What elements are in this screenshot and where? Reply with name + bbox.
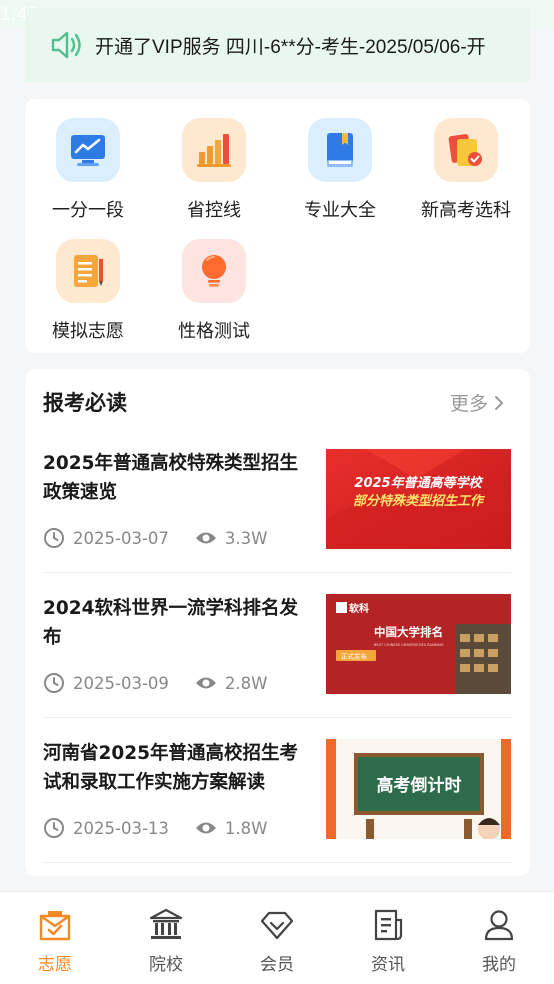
menu-item-personality-test[interactable]: 性格测试 xyxy=(151,239,277,343)
speaker-icon xyxy=(51,31,81,59)
article-meta: 2025-03-13 1.8W xyxy=(43,817,267,839)
lightbulb-icon xyxy=(182,239,246,303)
clock-icon xyxy=(44,818,64,838)
thumb-line1: 2025年普通高等学校 xyxy=(354,475,483,491)
book-icon xyxy=(308,118,372,182)
more-label: 更多 xyxy=(449,393,488,415)
document-list-icon xyxy=(374,909,403,941)
eye-icon xyxy=(195,822,216,834)
article-date: 2025-03-07 xyxy=(73,528,169,548)
menu-item-label: 省控线 xyxy=(187,200,241,221)
bar-chart-icon xyxy=(182,118,246,182)
article-date: 2025-03-13 xyxy=(73,818,169,838)
tab-volunteer[interactable]: 志愿 xyxy=(0,892,110,984)
menu-item-mock-application[interactable]: 模拟志愿 xyxy=(25,239,151,343)
quick-menu-card: 一分一段 省控线 专业大全 新高考选科 模拟志愿 性格测试 xyxy=(25,99,530,353)
document-pencil-icon xyxy=(56,239,120,303)
more-link[interactable]: 更多 xyxy=(450,389,504,416)
notice-text: 开通了VIP服务 四川-6**分-考生-2025/05/06-开 xyxy=(95,36,486,58)
article-title: 2025年普通高校特殊类型招生政策速览 xyxy=(43,453,298,503)
thumb-sub: BEST CHINESE UNIVERSITIES RANKING xyxy=(374,643,444,647)
article-views: 1.8W xyxy=(224,818,268,838)
eye-icon xyxy=(195,532,216,544)
notice-banner[interactable]: 开通了VIP服务 四川-6**分-考生-2025/05/06-开 xyxy=(25,8,529,82)
clock-icon xyxy=(44,528,64,548)
section-title: 报考必读 xyxy=(43,391,127,415)
menu-item-label: 性格测试 xyxy=(178,321,250,342)
user-icon xyxy=(484,910,514,941)
divider xyxy=(43,572,511,573)
article-title: 2024软科世界一流学科排名发布 xyxy=(43,598,298,648)
monitor-chart-icon xyxy=(56,118,120,182)
menu-item-score-rank[interactable]: 一分一段 xyxy=(25,118,151,222)
article-meta: 2025-03-09 2.8W xyxy=(43,672,267,694)
menu-item-label: 专业大全 xyxy=(304,200,376,221)
eye-icon xyxy=(195,677,216,689)
article-views: 3.3W xyxy=(224,528,268,548)
tab-label: 志愿 xyxy=(38,955,72,975)
tab-label: 会员 xyxy=(260,955,294,975)
menu-item-majors[interactable]: 专业大全 xyxy=(277,118,403,222)
thumb-line2: 部分特殊类型招生工作 xyxy=(353,493,486,509)
tab-membership[interactable]: 会员 xyxy=(222,892,332,984)
thumb-brand: 软科 xyxy=(349,602,369,615)
article-title: 河南省2025年普通高校招生考试和录取工作实施方案解读 xyxy=(43,743,298,793)
news-card: 报考必读 更多 2025年普通高校特殊类型招生政策速览 2025-03-07 3… xyxy=(25,369,530,876)
article-thumbnail: 高考倒计时 xyxy=(326,739,511,839)
tab-label: 院校 xyxy=(149,955,183,975)
article-thumbnail: 2025年普通高等学校 部分特殊类型招生工作 xyxy=(326,449,511,549)
menu-item-label: 新高考选科 xyxy=(421,200,511,221)
menu-item-province-line[interactable]: 省控线 xyxy=(151,118,277,222)
cards-check-icon xyxy=(434,118,498,182)
bottom-tab-bar: 志愿 院校 会员 资讯 我的 xyxy=(0,891,554,984)
article-meta: 2025-03-07 3.3W xyxy=(43,527,267,549)
menu-item-label: 一分一段 xyxy=(52,200,124,221)
chevron-right-icon xyxy=(495,395,503,410)
tab-label: 资讯 xyxy=(371,955,405,975)
university-building-icon xyxy=(149,908,183,939)
news-header: 报考必读 更多 xyxy=(43,387,512,417)
thumb-headline: 中国大学排名 xyxy=(374,625,443,639)
tab-news[interactable]: 资讯 xyxy=(333,892,443,984)
menu-item-subject-select[interactable]: 新高考选科 xyxy=(403,118,529,222)
clock-icon xyxy=(44,673,64,693)
thumb-badge: 正式发布 xyxy=(341,652,368,661)
tab-label: 我的 xyxy=(482,955,516,975)
divider xyxy=(43,717,511,718)
article-date: 2025-03-09 xyxy=(73,673,169,693)
divider xyxy=(43,862,511,863)
thumb-board: 高考倒计时 xyxy=(377,775,462,796)
article-views: 2.8W xyxy=(224,673,268,693)
diamond-icon xyxy=(260,911,294,940)
tab-schools[interactable]: 院校 xyxy=(111,892,221,984)
clipboard-check-icon xyxy=(39,911,71,941)
menu-item-label: 模拟志愿 xyxy=(52,321,124,342)
tab-profile[interactable]: 我的 xyxy=(444,892,554,984)
article-thumbnail: 软科 中国大学排名 BEST CHINESE UNIVERSITIES RANK… xyxy=(326,594,511,694)
